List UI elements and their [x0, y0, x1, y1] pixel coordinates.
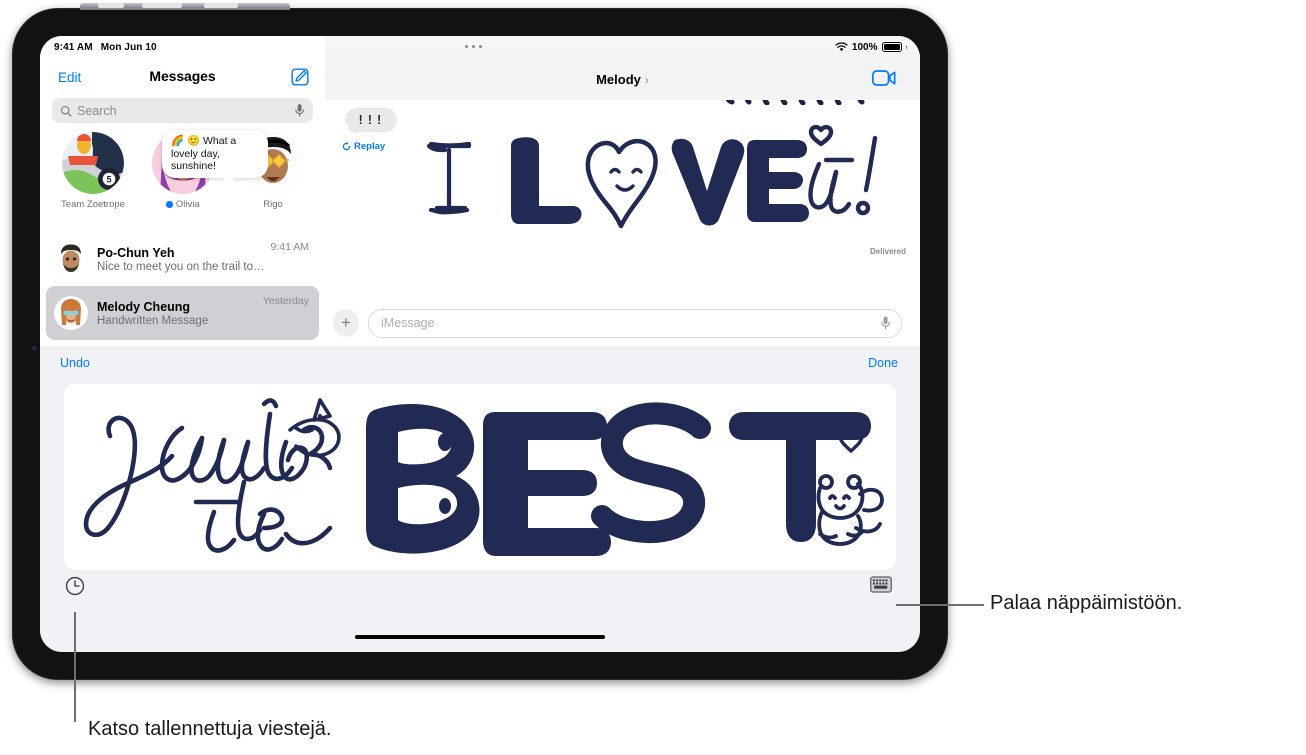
conversation-preview: Handwritten Message	[97, 314, 209, 327]
ipad-screen: 9:41 AM Mon Jun 10 100% Edit Messages Se…	[40, 36, 920, 652]
pinned-label: Team Zoetrope	[61, 199, 125, 210]
conversation-title-text: Melody	[596, 72, 641, 87]
conversation-text: Po-Chun Yeh Nice to meet you on the trai…	[97, 246, 270, 273]
keyboard-icon[interactable]	[870, 576, 892, 598]
table-row[interactable]: Po-Chun Yeh Nice to meet you on the trai…	[46, 232, 319, 286]
microphone-icon[interactable]	[294, 103, 305, 118]
message-text: !!!	[357, 113, 385, 127]
handwriting-bottom-bar	[40, 570, 920, 652]
conversation-text: Melody Cheung Handwritten Message	[97, 300, 263, 327]
status-bar-right: 100%	[835, 42, 907, 53]
sidebar-title: Messages	[149, 68, 216, 84]
svg-text:5: 5	[106, 175, 111, 185]
pinned-label: Olivia	[144, 199, 222, 210]
handwriting-toolbar: Undo Done	[40, 346, 920, 382]
device-top-buttons	[80, 3, 290, 10]
pinned-conversations: 5 Team Zoetrope Olivia Rigo 🌈 🙂 What a l…	[40, 130, 325, 230]
ipad-device: 9:41 AM Mon Jun 10 100% Edit Messages Se…	[12, 3, 948, 680]
search-input[interactable]: Search	[52, 98, 313, 123]
undo-button[interactable]: Undo	[60, 356, 90, 370]
pinned-item-team-zoetrope[interactable]: 5 Team Zoetrope	[54, 132, 132, 210]
conversation-list: Po-Chun Yeh Nice to meet you on the trai…	[40, 232, 325, 340]
handwriting-canvas[interactable]	[64, 384, 896, 570]
status-bar-left: 9:41 AM Mon Jun 10	[54, 42, 157, 53]
compose-icon[interactable]	[291, 68, 309, 86]
message-status: Delivered	[869, 247, 906, 256]
conversation-title[interactable]: Melody ›	[325, 72, 920, 87]
imessage-placeholder: iMessage	[381, 316, 435, 330]
battery-icon	[881, 42, 902, 52]
table-row[interactable]: Melody Cheung Handwritten Message Yester…	[46, 286, 319, 340]
wifi-icon	[835, 42, 848, 52]
conversation-name: Melody Cheung	[97, 299, 191, 314]
conversation-preview: Nice to meet you on the trail today	[97, 260, 271, 273]
battery-cap	[905, 45, 907, 49]
replay-label: Replay	[354, 141, 386, 152]
callout-clock: Katso tallennettuja viestejä.	[88, 718, 332, 740]
message-composer: + iMessage	[325, 300, 920, 346]
conversation-name: Po-Chun Yeh	[97, 245, 175, 260]
callout-keyboard: Palaa näppäimistöön.	[990, 592, 1183, 614]
replay-arrow-icon	[342, 142, 351, 151]
pinned-label-text: Olivia	[175, 199, 200, 210]
status-bar: 9:41 AM Mon Jun 10 100%	[40, 36, 920, 58]
search-icon	[60, 105, 72, 117]
message-bubble-effect[interactable]: !!!	[341, 108, 397, 133]
chevron-right-icon: ›	[644, 72, 649, 87]
imessage-input[interactable]: iMessage	[368, 308, 902, 338]
conversation-time: 9:41 AM	[270, 241, 309, 253]
device-side-sensor	[32, 346, 37, 351]
done-button[interactable]: Done	[868, 356, 898, 370]
clock-icon[interactable]	[65, 576, 85, 601]
replay-button[interactable]: Replay	[342, 141, 385, 152]
tooltip-text: 🌈 🙂 What a lovely day, sunshine!	[171, 135, 237, 172]
callout-leader-keyboard	[896, 604, 984, 606]
status-date: Mon Jun 10	[100, 41, 157, 53]
messages-app: Edit Messages Search 5 Team Zoetrope Oli…	[40, 36, 920, 346]
conversation-time: Yesterday	[262, 295, 309, 307]
plus-icon[interactable]: +	[333, 309, 359, 337]
conversation-pane: Melody › !!! Replay Delivered + iMessage	[325, 36, 920, 346]
scrolled-off-message	[720, 100, 880, 105]
messages-sidebar: Edit Messages Search 5 Team Zoetrope Oli…	[40, 36, 326, 346]
avatar: 5	[62, 132, 124, 194]
battery-percent: 100%	[851, 41, 878, 53]
message-list: !!! Replay Delivered	[325, 100, 920, 280]
handwriting-panel: Undo Done	[40, 346, 920, 652]
callout-leader-clock-v	[74, 612, 76, 722]
pinned-label: Rigo	[263, 199, 283, 210]
unread-dot	[166, 201, 173, 208]
microphone-icon[interactable]	[880, 315, 891, 331]
status-time: 9:41 AM	[54, 41, 93, 53]
home-indicator[interactable]	[355, 634, 605, 639]
avatar	[54, 242, 88, 276]
video-camera-icon[interactable]	[871, 70, 896, 91]
avatar	[54, 296, 88, 330]
handwritten-message-i-love-it[interactable]	[407, 124, 887, 242]
pinned-message-tooltip: 🌈 🙂 What a lovely day, sunshine!	[162, 130, 268, 184]
multitasking-handle[interactable]	[465, 45, 482, 48]
search-placeholder: Search	[77, 103, 117, 118]
